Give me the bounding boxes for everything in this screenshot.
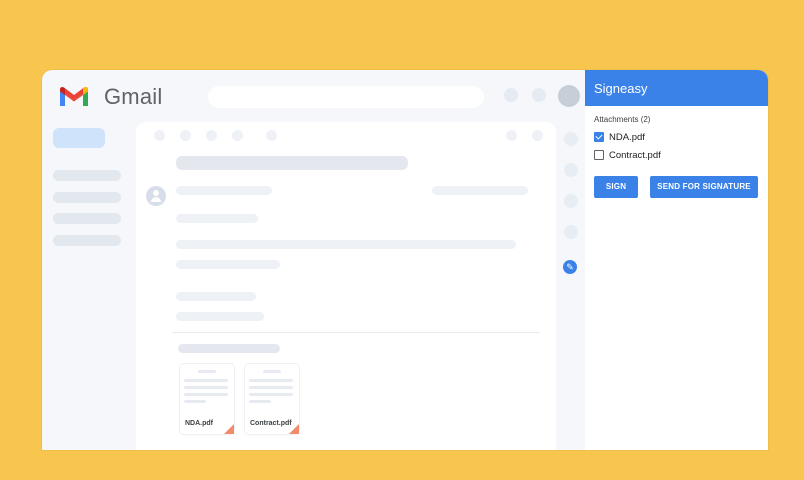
attachment-card-contract[interactable]: Contract.pdf: [245, 364, 299, 434]
attachments-label: Attachments (2): [594, 115, 651, 124]
nav-next-icon[interactable]: [532, 130, 543, 141]
email-view: NDA.pdf Contract.pdf: [136, 122, 556, 450]
email-subject: [176, 156, 408, 170]
user-avatar-icon: [146, 186, 166, 206]
back-icon[interactable]: [154, 130, 165, 141]
email-body-line: [176, 214, 258, 223]
signeasy-sidebar: Signeasy Attachments (2) NDA.pdf Contrac…: [585, 70, 768, 450]
help-icon[interactable]: [504, 88, 518, 102]
email-body-line: [176, 240, 516, 249]
pdf-corner-icon: [289, 424, 299, 434]
panel-title: Signeasy: [594, 81, 648, 96]
pdf-corner-icon: [224, 424, 234, 434]
search-bar[interactable]: [208, 86, 484, 108]
calendar-addon-icon[interactable]: [564, 132, 578, 146]
gmail-wordmark: Gmail: [104, 84, 163, 109]
sender-name: [176, 186, 272, 195]
divider: [172, 332, 540, 333]
checkbox-unchecked-icon[interactable]: [594, 150, 604, 160]
compose-button[interactable]: [53, 128, 105, 148]
sign-button[interactable]: SIGN: [594, 176, 638, 198]
keep-addon-icon[interactable]: [564, 163, 578, 177]
email-timestamp: [432, 186, 528, 195]
delete-icon[interactable]: [232, 130, 243, 141]
gmail-logo-icon[interactable]: [58, 84, 90, 108]
sidebar-item[interactable]: [53, 170, 121, 181]
file-row-nda[interactable]: NDA.pdf: [594, 130, 645, 144]
attachment-card-nda[interactable]: NDA.pdf: [180, 364, 234, 434]
sidebar-item[interactable]: [53, 213, 121, 224]
email-body-line: [176, 260, 280, 269]
archive-icon[interactable]: [180, 130, 191, 141]
file-name: NDA.pdf: [609, 131, 645, 143]
signeasy-pen-icon[interactable]: ✎: [563, 260, 577, 274]
account-avatar[interactable]: [558, 85, 580, 107]
sidebar-item[interactable]: [53, 235, 121, 246]
checkbox-checked-icon[interactable]: [594, 132, 604, 142]
tasks-addon-icon[interactable]: [564, 194, 578, 208]
settings-icon[interactable]: [532, 88, 546, 102]
signeasy-header: Signeasy: [585, 70, 768, 106]
email-body-line: [176, 312, 264, 321]
contacts-addon-icon[interactable]: [564, 225, 578, 239]
attachments-heading: [178, 344, 280, 353]
label-icon[interactable]: [266, 130, 277, 141]
nav-prev-icon[interactable]: [506, 130, 517, 141]
file-name: Contract.pdf: [609, 149, 661, 161]
spam-icon[interactable]: [206, 130, 217, 141]
email-body-line: [176, 292, 256, 301]
file-row-contract[interactable]: Contract.pdf: [594, 148, 661, 162]
attachment-name: NDA.pdf: [185, 420, 213, 427]
attachment-name: Contract.pdf: [250, 420, 292, 427]
sidebar-item[interactable]: [53, 192, 121, 203]
send-for-signature-button[interactable]: SEND FOR SIGNATURE: [650, 176, 758, 198]
